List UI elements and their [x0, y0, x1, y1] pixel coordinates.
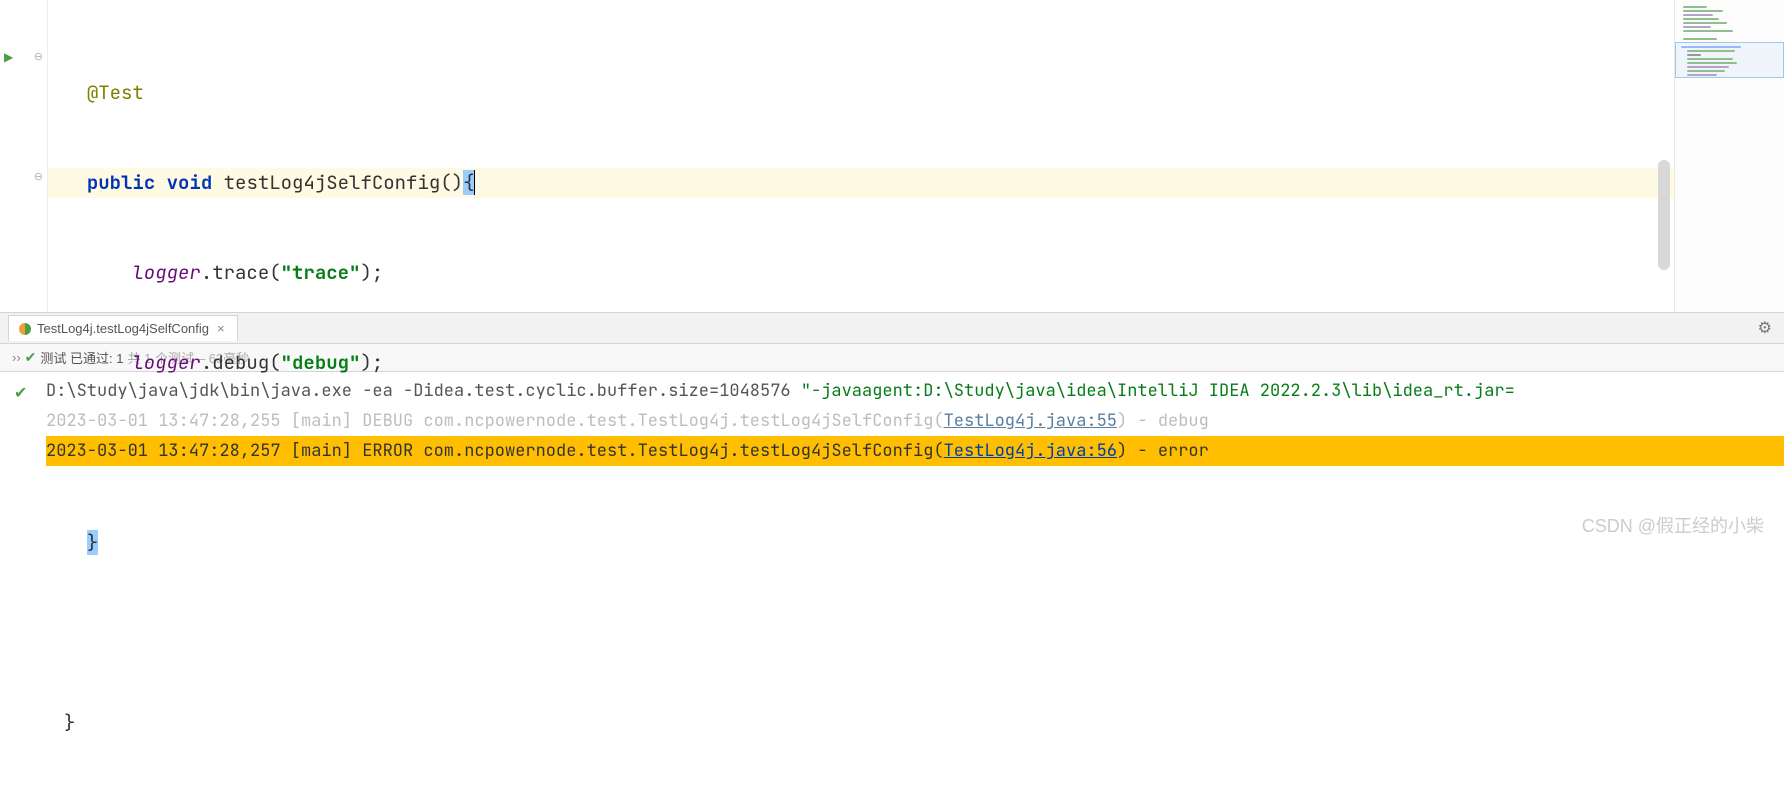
gear-icon[interactable]: ⚙	[1758, 318, 1772, 338]
fold-end-icon[interactable]: ⊖	[34, 170, 43, 183]
source-link[interactable]: TestLog4j.java:55	[944, 410, 1117, 432]
brace-close: }	[87, 530, 98, 555]
close-trace: );	[360, 260, 383, 285]
fold-icon[interactable]: ⊖	[34, 50, 43, 63]
expand-icon[interactable]: ››	[12, 350, 21, 365]
code-editor[interactable]: ▶ ⊖ ⊖ @Test public void testLog4jSelfCon…	[0, 0, 1784, 312]
code-content[interactable]: @Test public void testLog4jSelfConfig(){…	[48, 0, 1674, 312]
check-icon: ✔	[25, 349, 37, 366]
call-trace: .trace(	[201, 260, 281, 285]
field-logger: logger	[132, 260, 200, 285]
console-debug-line: 2023-03-01 13:47:28,255 [main] DEBUG com…	[46, 406, 1784, 436]
minimap[interactable]	[1674, 0, 1784, 312]
class-close-brace: }	[64, 710, 75, 735]
console-output[interactable]: ✔ D:\Study\java\jdk\bin\java.exe -ea -Di…	[0, 372, 1784, 466]
source-link[interactable]: TestLog4j.java:56	[944, 440, 1117, 462]
console-command-line: D:\Study\java\jdk\bin\java.exe -ea -Dide…	[46, 376, 1784, 406]
string-trace: "trace"	[281, 260, 361, 285]
test-pass-icon: ✔	[14, 378, 27, 408]
editor-scrollbar[interactable]	[1658, 160, 1670, 270]
run-gutter-icon[interactable]: ▶	[4, 50, 13, 64]
keyword-public: public	[87, 170, 155, 195]
editor-gutter: ▶ ⊖ ⊖	[0, 0, 48, 312]
run-config-icon	[19, 323, 31, 335]
parens: ()	[440, 170, 463, 195]
keyword-void: void	[167, 170, 213, 195]
brace-open: {	[463, 170, 475, 195]
console-error-line: 2023-03-01 13:47:28,257 [main] ERROR com…	[46, 436, 1784, 466]
annotation: @Test	[87, 80, 144, 105]
method-name: testLog4jSelfConfig	[224, 170, 441, 195]
